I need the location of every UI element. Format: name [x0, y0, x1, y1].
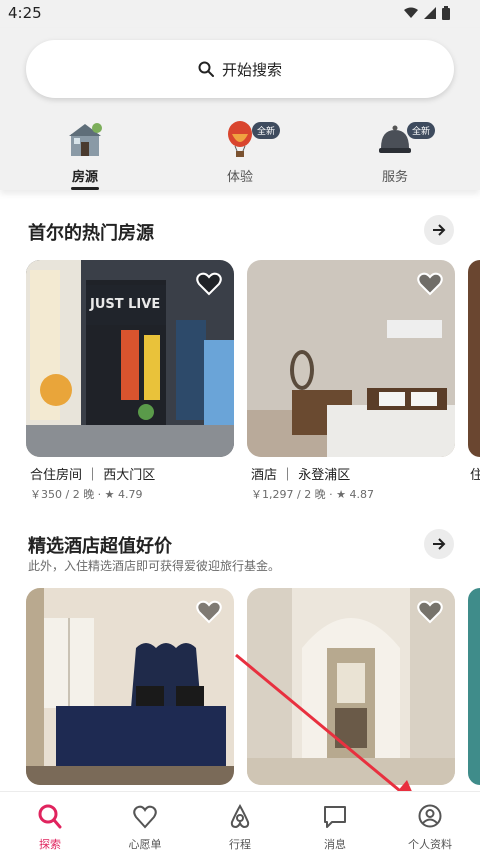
search-bar[interactable]: 开始搜索	[26, 40, 454, 98]
section-title-popular: 首尔的热门房源	[28, 223, 154, 244]
section-popular-arrow-button[interactable]	[424, 215, 454, 245]
nav-messages[interactable]: 消息	[287, 798, 383, 852]
category-tabs: 房源 全新 体验 全新 服务	[0, 120, 480, 190]
listing-price-rating: ￥1,297 / 2 晚 · ★ 4.87	[251, 488, 375, 501]
hotel-photo	[468, 588, 480, 785]
status-icons	[404, 6, 450, 20]
header-area: 开始搜索 房源 全新 体验 全新 服务	[0, 28, 480, 190]
listing-price-rating: ￥350 / 2 晚 · ★ 4.79	[30, 488, 143, 501]
nav-explore[interactable]: 探索	[2, 798, 98, 852]
listing-title: 酒店 ｜ 永登浦区	[251, 468, 351, 483]
search-label: 开始搜索	[221, 60, 282, 79]
house-icon	[69, 123, 102, 156]
status-bar: 4:25	[0, 0, 480, 28]
listing-photo	[468, 260, 480, 457]
nav-messages-label: 消息	[324, 838, 346, 851]
storefront-sign-text: JUST LIVE	[89, 297, 160, 312]
tab-services-label: 服务	[381, 170, 408, 185]
tab-homes-label: 房源	[71, 170, 98, 185]
search-icon	[38, 804, 62, 829]
nav-wishlist-label: 心愿单	[128, 838, 162, 851]
section-hotels-arrow-button[interactable]	[424, 529, 454, 559]
message-icon	[324, 806, 346, 828]
nav-explore-label: 探索	[39, 838, 61, 851]
status-time: 4:25	[8, 4, 42, 22]
nav-trips[interactable]: 行程	[192, 798, 288, 852]
section-title-hotels: 精选酒店超值好价	[28, 536, 172, 557]
wifi-icon	[404, 7, 418, 18]
heart-icon	[133, 805, 157, 829]
bottom-nav: 探索 心愿单 行程 消息 个人资料	[0, 791, 480, 853]
new-badge: 全新	[407, 122, 436, 139]
section-subtitle-hotels: 此外，入住精选酒店即可获得爱彼迎旅行基金。	[28, 559, 281, 573]
nav-profile-label: 个人资料	[408, 838, 452, 851]
nav-wishlist[interactable]: 心愿单	[97, 798, 193, 852]
tab-homes[interactable]: 房源	[40, 120, 130, 190]
battery-icon	[442, 6, 450, 20]
tab-experiences[interactable]: 全新 体验	[195, 120, 285, 190]
hotel-card-partial[interactable]	[468, 588, 480, 785]
search-icon	[198, 61, 214, 77]
tab-services[interactable]: 全新 服务	[350, 120, 440, 190]
signal-icon	[424, 7, 436, 19]
listing-title: 合住房间 ｜ 西大门区	[30, 468, 156, 483]
tab-experiences-label: 体验	[226, 170, 253, 185]
heart-icon[interactable]	[417, 272, 443, 296]
heart-icon[interactable]	[417, 600, 443, 624]
listing-card-partial[interactable]: 住	[468, 260, 480, 510]
heart-icon[interactable]	[196, 600, 222, 624]
arrow-right-icon	[433, 224, 446, 236]
tab-active-indicator	[71, 187, 99, 190]
arrow-right-icon	[433, 538, 446, 550]
profile-icon	[418, 804, 442, 828]
heart-icon[interactable]	[196, 272, 222, 296]
nav-trips-label: 行程	[229, 838, 251, 851]
listing-title: 住	[470, 468, 480, 483]
nav-profile[interactable]: 个人资料	[382, 798, 478, 852]
new-badge: 全新	[252, 122, 281, 139]
airbnb-logo-icon	[230, 804, 250, 829]
